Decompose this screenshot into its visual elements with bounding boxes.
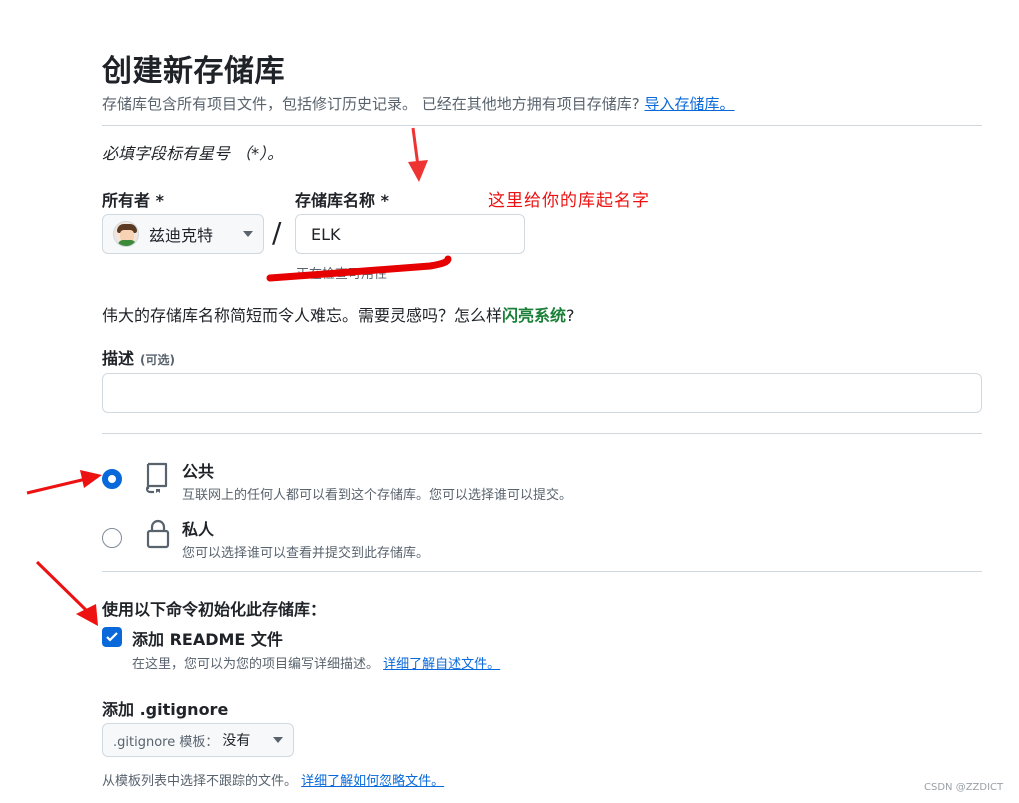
- check-icon: [106, 632, 118, 642]
- add-readme-checkbox[interactable]: [102, 627, 122, 647]
- init-section-title: 使用以下命令初始化此存储库：: [102, 600, 327, 619]
- visibility-private-title: 私人: [182, 520, 215, 539]
- readme-description: 在这里，您可以为您的项目编写详细描述。 详细了解自述文件。: [132, 653, 500, 672]
- visibility-private-radio[interactable]: [102, 528, 122, 548]
- import-repo-link[interactable]: 导入存储库。: [645, 95, 735, 113]
- subtitle-text: 存储库包含所有项目文件，包括修订历史记录。 已经在其他地方拥有项目存储库?: [102, 95, 640, 113]
- owner-name: 兹迪克特: [149, 226, 214, 245]
- add-readme-label[interactable]: 添加 README 文件: [132, 626, 283, 650]
- description-label-text: 描述: [102, 349, 135, 368]
- lock-icon: [146, 519, 170, 549]
- annotation-arrow-down: [408, 127, 428, 182]
- gitignore-template-select[interactable]: .gitignore 模板： 没有: [102, 723, 294, 757]
- owner-select[interactable]: 兹迪克特: [102, 214, 264, 254]
- gitignore-select-prefix: .gitignore 模板：: [113, 734, 219, 750]
- visibility-public-desc: 互联网上的任何人都可以看到这个存储库。您可以选择谁可以提交。: [182, 488, 573, 503]
- page-title: 创建新存储库: [102, 54, 285, 89]
- repo-name-label: 存储库名称 *: [295, 191, 389, 210]
- owner-label: 所有者 *: [102, 191, 164, 210]
- annotation-text: 这里给你的库起名字: [488, 191, 650, 211]
- gitignore-learn-more-link[interactable]: 详细了解如何忽略文件。: [301, 774, 444, 789]
- watermark: CSDN @ZZDICT: [924, 782, 1004, 793]
- avatar: [113, 221, 139, 247]
- divider: [102, 433, 982, 434]
- visibility-private-desc: 您可以选择谁可以查看并提交到此存储库。: [182, 546, 430, 561]
- gitignore-note-text: 从模板列表中选择不跟踪的文件。: [102, 774, 298, 789]
- inspiration-text: 伟大的存储库名称简短而令人难忘。需要灵感吗？怎么样: [102, 306, 503, 325]
- annotation-arrow-right: [26, 470, 102, 495]
- annotation-arrow-diagonal: [35, 560, 98, 626]
- chevron-down-icon: [273, 737, 283, 743]
- annotation-underline-scribble: [266, 255, 452, 282]
- divider: [102, 125, 982, 126]
- description-input[interactable]: [102, 373, 982, 413]
- visibility-public-radio[interactable]: [102, 469, 122, 489]
- gitignore-select-value: 没有: [222, 733, 251, 749]
- repo-icon: [145, 462, 168, 494]
- readme-learn-more-link[interactable]: 详细了解自述文件。: [383, 657, 500, 672]
- divider: [102, 571, 982, 572]
- name-inspiration: 伟大的存储库名称简短而令人难忘。需要灵感吗？怎么样闪亮系统?: [102, 302, 575, 326]
- inspiration-suffix: ?: [566, 306, 575, 325]
- description-label: 描述 (可选): [102, 345, 175, 369]
- gitignore-label: 添加 .gitignore: [102, 700, 229, 719]
- optional-tag: (可选): [140, 353, 175, 367]
- readme-desc-text: 在这里，您可以为您的项目编写详细描述。: [132, 657, 380, 672]
- owner-repo-separator: /: [272, 216, 282, 249]
- required-fields-note: 必填字段标有星号 （*）。: [102, 144, 284, 163]
- repo-name-input[interactable]: [295, 214, 525, 254]
- chevron-down-icon: [243, 231, 253, 237]
- page-subtitle: 存储库包含所有项目文件，包括修订历史记录。 已经在其他地方拥有项目存储库? 导入…: [102, 93, 735, 114]
- suggested-name[interactable]: 闪亮系统: [502, 306, 566, 325]
- gitignore-note: 从模板列表中选择不跟踪的文件。 详细了解如何忽略文件。: [102, 770, 444, 789]
- visibility-public-title: 公共: [182, 462, 215, 481]
